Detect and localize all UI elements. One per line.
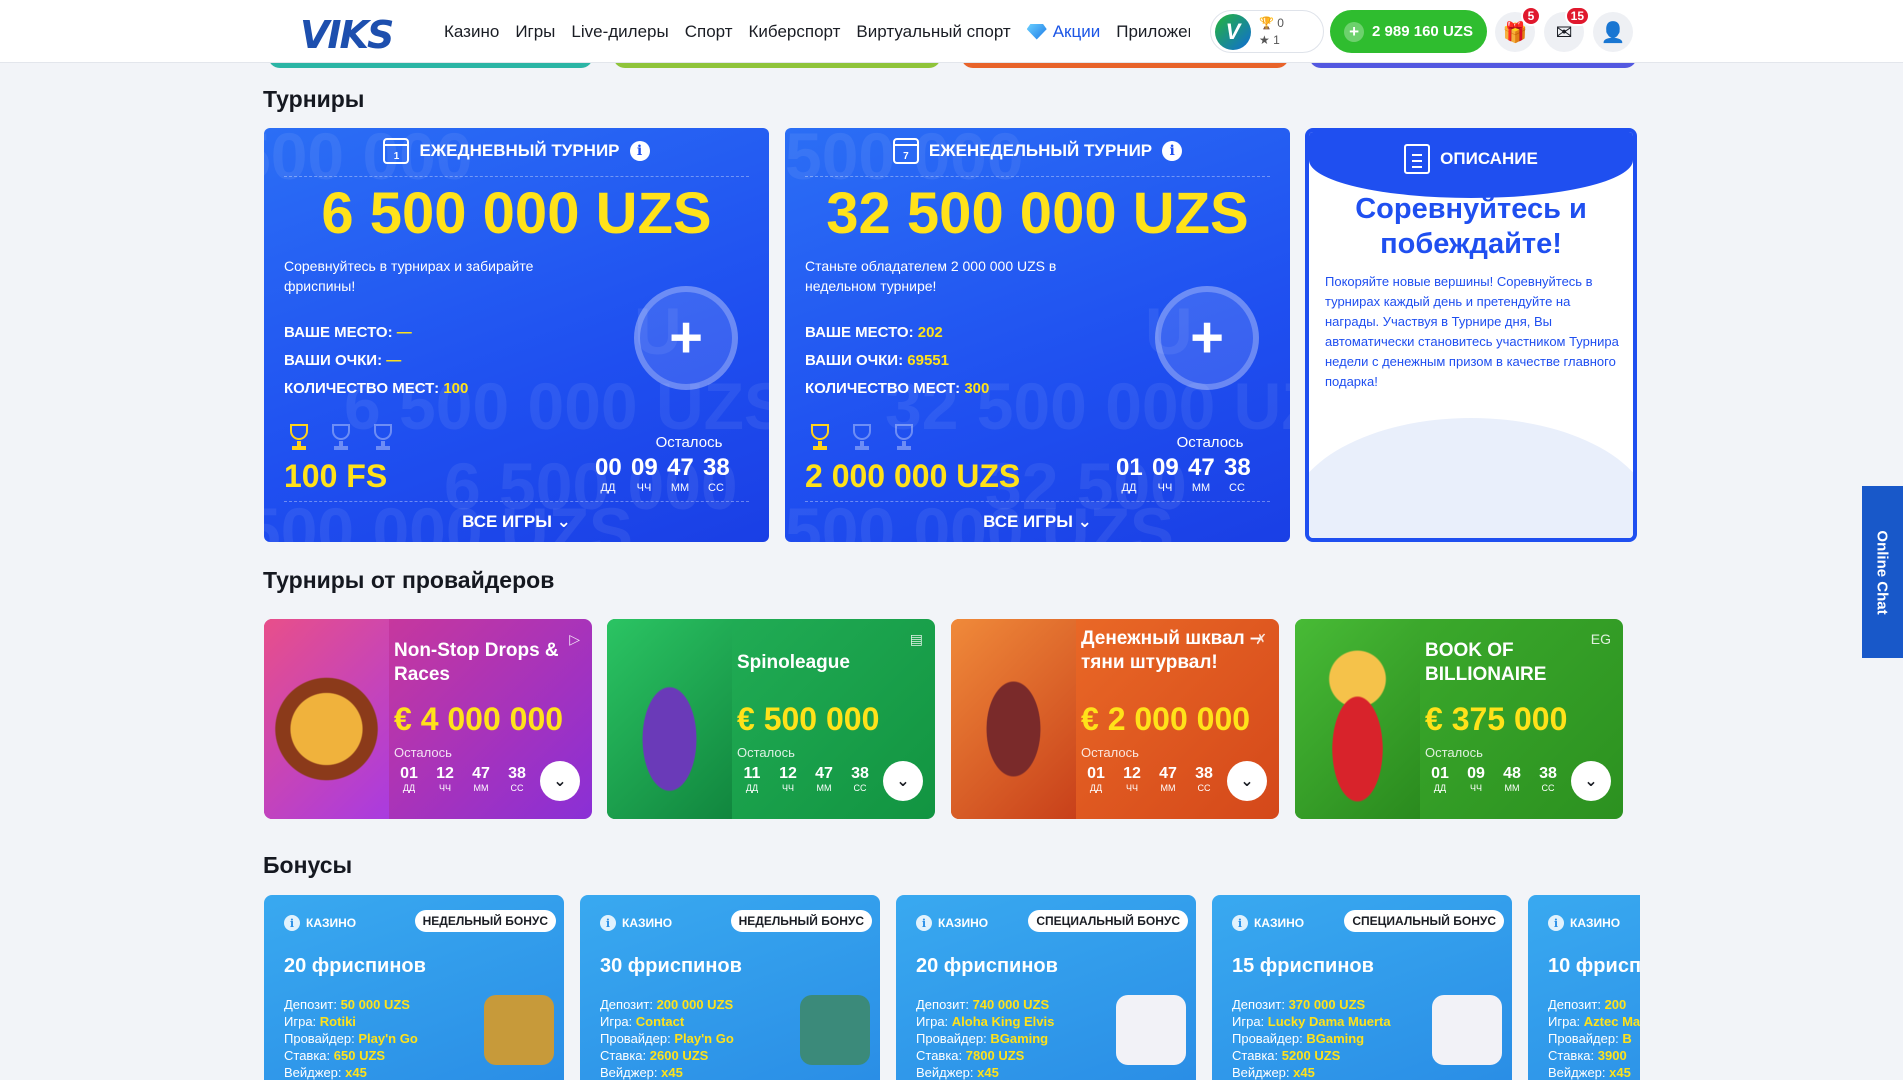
bonus-art (800, 995, 870, 1065)
bonus-card[interactable]: i КАЗИНО НЕДЕЛЬНЫЙ БОНУС 30 фриспинов Депози… (580, 895, 880, 1080)
bonus-art (484, 995, 554, 1065)
bonus-wager: Вейджер: x45 (284, 1065, 367, 1080)
bonus-category: i КАЗИНО (916, 915, 988, 931)
balance-amount: 2 989 160 UZS (1372, 23, 1473, 40)
bonus-title: 20 фриспинов (916, 955, 1058, 977)
top-header: VIKS Казино Игры Live-дилеры Спорт Кибер… (0, 0, 1903, 63)
online-chat-button[interactable]: Online Chat (1862, 486, 1903, 658)
level-badge-icon: V (1215, 13, 1251, 50)
bonus-title: 30 фриспинов (600, 955, 742, 977)
bonus-category: i КАЗИНО (284, 915, 356, 931)
nav-promotions[interactable]: Акции (1026, 21, 1101, 42)
bonus-card[interactable]: i КАЗИНО СПЕЦИАЛЬНЫЙ БОНУС 15 фриспинов Депо… (1212, 895, 1512, 1080)
deposit-balance-button[interactable]: + 2 989 160 UZS (1330, 10, 1487, 53)
bonus-category: i КАЗИНО (1232, 915, 1304, 931)
bonus-bet: Ставка: 5200 UZS (1232, 1048, 1341, 1063)
nav-casino[interactable]: Казино (444, 22, 499, 42)
user-icon: 👤 (1600, 21, 1626, 44)
cups-count: 🏆 0 (1259, 15, 1284, 30)
bonus-type-badge: СПЕЦИАЛЬНЫЙ БОНУС (1028, 910, 1188, 932)
bonus-deposit: Депозит: 370 000 UZS (1232, 997, 1366, 1012)
plus-icon: + (1344, 21, 1365, 42)
info-icon[interactable]: i (1232, 915, 1248, 931)
bonus-bet: Ставка: 650 UZS (284, 1048, 386, 1063)
site-logo[interactable]: VIKS (300, 13, 394, 57)
nav-games[interactable]: Игры (515, 22, 555, 42)
bonus-game: Игра: Rotiki (284, 1014, 356, 1029)
bonus-provider: Провайдер: Play'n Go (284, 1031, 418, 1046)
nav-esports[interactable]: Киберспорт (749, 22, 841, 42)
bonus-deposit: Депозит: 740 000 UZS (916, 997, 1050, 1012)
bonus-deposit: Депозит: 50 000 UZS (284, 997, 410, 1012)
bonus-game: Игра: Contact (600, 1014, 685, 1029)
bonus-cards-row: i КАЗИНО НЕДЕЛЬНЫЙ БОНУС 20 фриспинов Депози… (260, 0, 1640, 1080)
bonus-type-badge: НЕДЕЛЬНЫЙ БОНУС (730, 910, 872, 932)
bonus-type-badge: НЕДЕЛЬНЫЙ БОНУС (414, 910, 556, 932)
bonus-game: Игра: Aloha King Elvis (916, 1014, 1055, 1029)
bonus-wager: Вейджер: x45 (600, 1065, 683, 1080)
stars-count: ★ 1 (1259, 32, 1280, 47)
bonus-provider: Провайдер: BGaming (916, 1031, 1049, 1046)
bonus-category: i КАЗИНО (1548, 915, 1620, 931)
diamond-icon (1026, 23, 1047, 40)
gift-count-badge: 5 (1521, 6, 1541, 26)
main-nav: Казино Игры Live-дилеры Спорт Киберспорт… (444, 0, 1190, 63)
bonus-category: i КАЗИНО (600, 915, 672, 931)
info-icon[interactable]: i (916, 915, 932, 931)
nav-promotions-label: Акции (1052, 21, 1101, 41)
bonus-provider: Провайдер: B (1548, 1031, 1632, 1046)
bonus-title: 15 фриспинов (1232, 955, 1374, 977)
bonus-deposit: Депозит: 200 000 UZS (600, 997, 734, 1012)
bonus-bet: Ставка: 2600 UZS (600, 1048, 709, 1063)
bonus-bet: Ставка: 7800 UZS (916, 1048, 1025, 1063)
info-icon[interactable]: i (1548, 915, 1564, 931)
bonus-art (1116, 995, 1186, 1065)
messages-button[interactable]: ✉ 15 (1544, 6, 1590, 52)
bonus-provider: Провайдер: BGaming (1232, 1031, 1365, 1046)
nav-sport[interactable]: Спорт (685, 22, 733, 42)
info-icon[interactable]: i (600, 915, 616, 931)
bonus-title: 20 фриспинов (284, 955, 426, 977)
gift-button[interactable]: 🎁 5 (1495, 6, 1541, 52)
bonus-card[interactable]: i КАЗИНО СПЕЦИАЛЬНЫЙ БОНУС 20 фриспинов Депо… (896, 895, 1196, 1080)
info-icon[interactable]: i (284, 915, 300, 931)
bonus-game: Игра: Aztec Ma (1548, 1014, 1640, 1029)
bonus-bet: Ставка: 3900 (1548, 1048, 1627, 1063)
mail-count-badge: 15 (1564, 6, 1590, 26)
bonus-art (1432, 995, 1502, 1065)
profile-button[interactable]: 👤 (1593, 12, 1633, 52)
level-stats: 🏆 0 ★ 1 (1259, 15, 1284, 49)
loyalty-level[interactable]: V 🏆 0 ★ 1 (1210, 10, 1324, 53)
bonus-game: Игра: Lucky Dama Muerta (1232, 1014, 1391, 1029)
bonus-wager: Вейджер: x45 (1232, 1065, 1315, 1080)
bonus-deposit: Депозит: 200 (1548, 997, 1627, 1012)
bonus-wager: Вейджер: x45 (1548, 1065, 1631, 1080)
nav-apps[interactable]: Приложени (1116, 22, 1190, 42)
bonus-provider: Провайдер: Play'n Go (600, 1031, 734, 1046)
bonus-title: 10 фриспи (1548, 955, 1640, 977)
bonus-card[interactable]: iКАЗИНО 10 фриспи Депозит: 200 Игра: Aztec … (1528, 895, 1640, 1080)
bonus-card[interactable]: i КАЗИНО НЕДЕЛЬНЫЙ БОНУС 20 фриспинов Депози… (264, 895, 564, 1080)
bonus-type-badge: СПЕЦИАЛЬНЫЙ БОНУС (1344, 910, 1504, 932)
nav-live-dealers[interactable]: Live-дилеры (571, 22, 668, 42)
nav-virtual-sport[interactable]: Виртуальный спорт (856, 22, 1010, 42)
bonus-wager: Вейджер: x45 (916, 1065, 999, 1080)
